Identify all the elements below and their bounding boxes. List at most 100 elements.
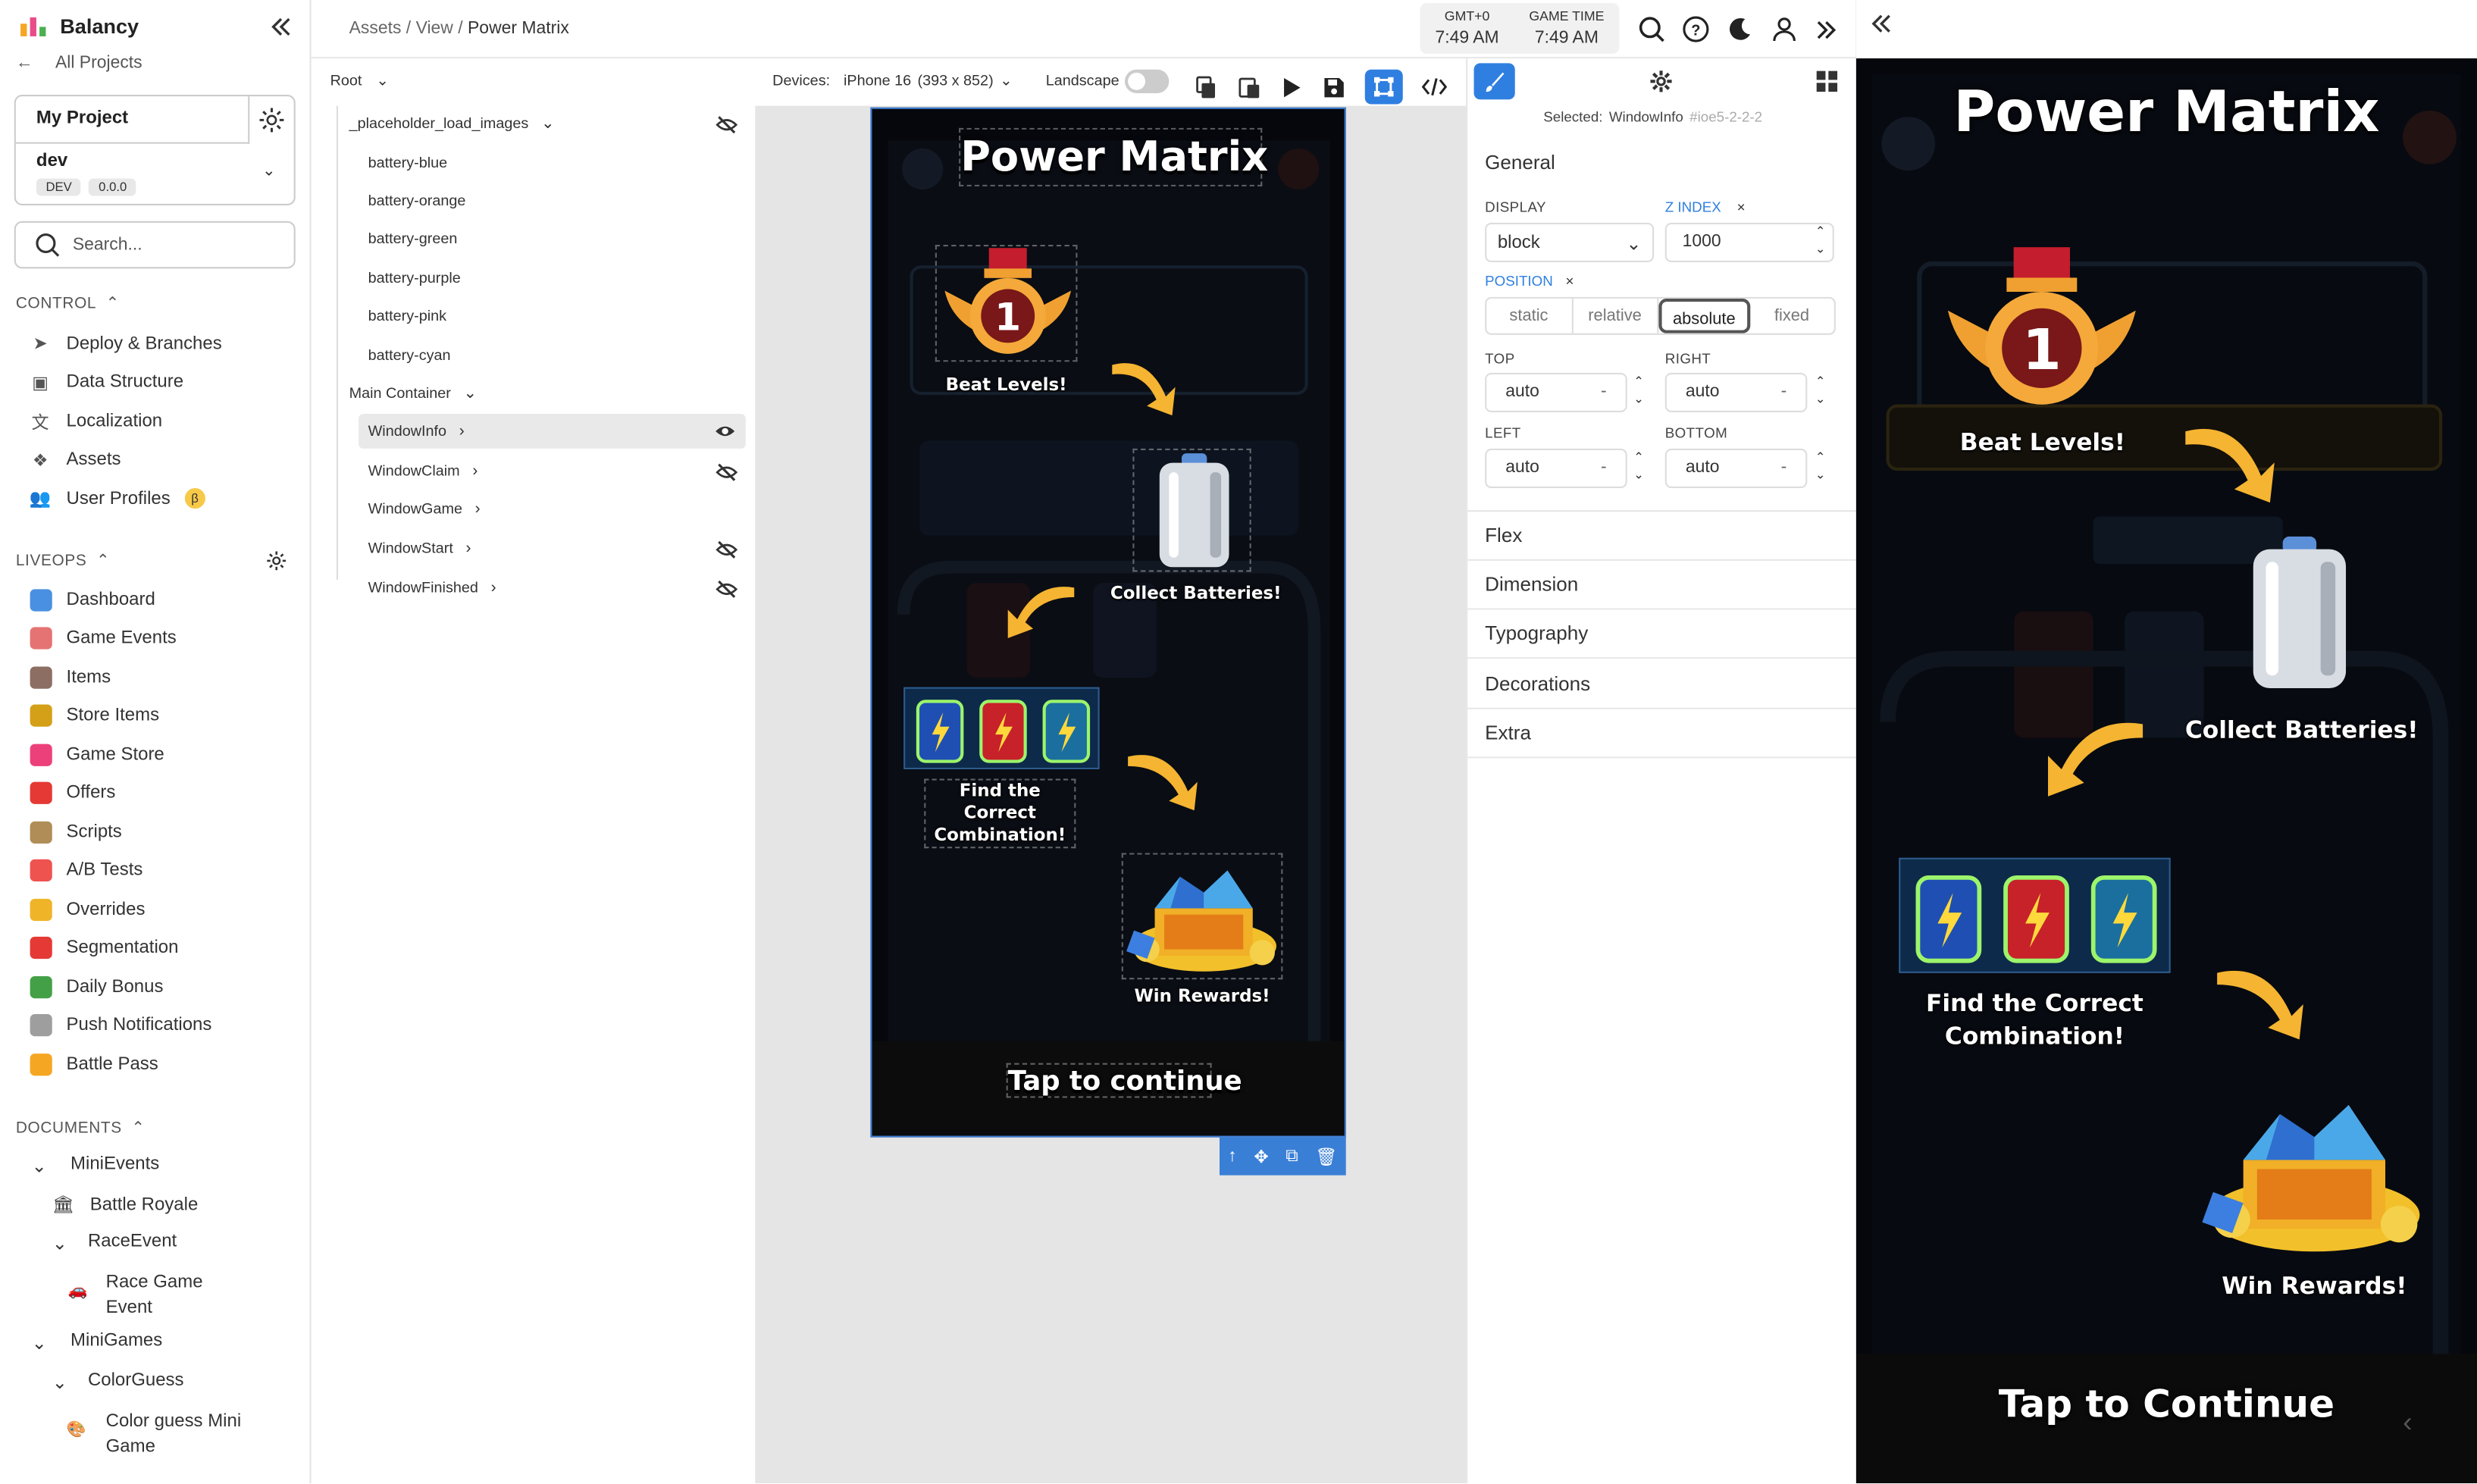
eye-off-icon[interactable] [716, 115, 738, 134]
section-flex[interactable]: Flex [1467, 512, 1859, 561]
editor-phone-frame[interactable]: Power Matrix 1 Beat Levels! Collect Batt… [870, 107, 1346, 1138]
code-icon[interactable] [1421, 76, 1448, 98]
top-input[interactable]: auto - [1485, 372, 1627, 412]
position-option-relative[interactable]: relative [1573, 298, 1659, 333]
doc-color-guess-mini-game[interactable]: Color guess Mini Game [106, 1409, 242, 1460]
sidebar-item-items[interactable]: Items [29, 665, 111, 688]
eye-off-icon[interactable] [716, 580, 738, 599]
section-dimension[interactable]: Dimension [1467, 561, 1859, 610]
play-icon[interactable] [1279, 75, 1303, 99]
tree-node-windowgame[interactable]: WindowGame › [312, 491, 756, 526]
sidebar-item-battle-pass[interactable]: Battle Pass [29, 1052, 158, 1075]
tree-node-windowclaim[interactable]: WindowClaim › [312, 453, 756, 488]
delete-trash-icon[interactable]: 🗑 [1315, 1146, 1337, 1166]
sidebar-item-a-b-tests[interactable]: A/B Tests [29, 859, 143, 882]
doc-race-game-event[interactable]: Race Game Event [106, 1270, 203, 1321]
doc-folder-raceevent[interactable]: ⌄ RaceEvent [52, 1232, 177, 1254]
sidebar-item-store-items[interactable]: Store Items [29, 704, 160, 728]
left-input[interactable]: auto - [1485, 448, 1627, 489]
clear-position-icon[interactable]: × [1565, 274, 1574, 290]
brand[interactable]: Balancy [19, 13, 139, 38]
bottom-input[interactable]: auto - [1664, 448, 1808, 489]
breadcrumb-assets[interactable]: Assets [349, 19, 402, 38]
right-stepper[interactable]: ⌃ ⌄ [1815, 373, 1826, 408]
tree-node-main-container[interactable]: Main Container ⌄ [312, 376, 756, 411]
breadcrumb-view[interactable]: View [416, 19, 453, 38]
doc-folder-colorguess[interactable]: ⌄ ColorGuess [52, 1371, 184, 1393]
section-typography[interactable]: Typography [1467, 610, 1859, 659]
documents-section-header[interactable]: DOCUMENTS ⌃ [16, 1120, 146, 1138]
zindex-stepper[interactable]: ⌃ ⌄ [1815, 223, 1826, 258]
collapse-preview-icon[interactable] [1871, 13, 1893, 35]
position-option-absolute[interactable]: absolute [1658, 298, 1750, 333]
device-selector[interactable]: iPhone 16 (393 x 852) ⌄ [844, 73, 1013, 90]
project-settings-gear-icon[interactable] [258, 106, 287, 135]
display-select[interactable]: block ⌄ [1485, 222, 1655, 262]
styles-tab-brush[interactable] [1473, 63, 1515, 100]
position-option-fixed[interactable]: fixed [1749, 299, 1834, 333]
sidebar-item-push-notifications[interactable]: Push Notifications [29, 1013, 212, 1037]
bounds-mode-button[interactable] [1364, 69, 1403, 105]
general-section-header[interactable]: General [1485, 152, 1555, 174]
settings-tab-gear-icon[interactable] [1649, 70, 1673, 93]
preview-back-chevron-icon[interactable]: ‹ [2403, 1406, 2413, 1439]
tree-node-battery-green[interactable]: battery-green [312, 221, 756, 256]
tree-node-battery-orange[interactable]: battery-orange [312, 183, 756, 218]
sidebar-item-game-store[interactable]: Game Store [29, 743, 164, 766]
doc-folder-minigames[interactable]: ⌄ MiniGames [32, 1332, 163, 1354]
eye-icon[interactable] [714, 424, 736, 440]
doc-folder-minievents[interactable]: ⌄ MiniEvents [32, 1155, 160, 1177]
liveops-settings-gear-icon[interactable] [265, 549, 287, 571]
doc-battle-royale[interactable]: 🏛 Battle Royale [52, 1194, 199, 1215]
move-icon[interactable]: ✥ [1254, 1146, 1268, 1166]
sidebar-item-offers[interactable]: Offers [29, 781, 116, 805]
bottom-stepper[interactable]: ⌃ ⌄ [1815, 449, 1826, 484]
tree-root-selector[interactable]: Root ⌄ [330, 73, 389, 90]
sidebar-item-scripts[interactable]: Scripts [29, 820, 122, 844]
tree-node-battery-blue[interactable]: battery-blue [312, 146, 756, 180]
position-option-static[interactable]: static [1486, 298, 1573, 333]
sidebar-item-daily-bonus[interactable]: Daily Bonus [29, 975, 164, 998]
save-icon[interactable] [1322, 75, 1345, 99]
tree-node-windowstart[interactable]: WindowStart › [312, 531, 756, 565]
landscape-toggle[interactable] [1124, 69, 1170, 93]
eye-off-icon[interactable] [716, 463, 738, 482]
left-stepper[interactable]: ⌃ ⌄ [1633, 449, 1644, 484]
top-stepper[interactable]: ⌃ ⌄ [1633, 373, 1644, 408]
tree-node-battery-purple[interactable]: battery-purple [312, 261, 756, 296]
right-input[interactable]: auto - [1664, 372, 1808, 412]
layout-grid-icon[interactable] [1815, 70, 1839, 93]
help-icon[interactable]: ? [1683, 16, 1709, 42]
sidebar-item-data-structure[interactable]: ▣ Data Structure [29, 371, 184, 394]
search-icon[interactable] [1638, 16, 1664, 42]
paste-icon[interactable] [1237, 75, 1260, 99]
copy-icon[interactable] [1195, 75, 1218, 99]
all-projects-link[interactable]: ← All Projects [16, 54, 142, 73]
eye-off-icon[interactable] [716, 540, 738, 559]
sidebar-item-overrides[interactable]: Overrides [29, 897, 146, 921]
sidebar-item-localization[interactable]: 文 Localization [29, 409, 163, 433]
tap-to-continue-label[interactable]: Tap to continue [1006, 1063, 1242, 1098]
search-input[interactable]: Search... [14, 221, 296, 269]
select-parent-arrow-up-icon[interactable]: ↑ [1228, 1147, 1236, 1166]
tree-node-windowinfo[interactable]: WindowInfo › [359, 414, 746, 449]
sidebar-item-segmentation[interactable]: Segmentation [29, 936, 179, 960]
sidebar-item-deploy-branches[interactable]: ➤ Deploy & Branches [29, 332, 222, 355]
tree-node-placeholder-load-images[interactable]: _placeholder_load_images ⌄ [312, 106, 756, 141]
sidebar-item-assets[interactable]: ❖ Assets [29, 448, 121, 471]
zindex-input[interactable]: 1000 [1664, 222, 1834, 262]
duplicate-icon[interactable]: ⧉ [1285, 1146, 1298, 1166]
tree-node-battery-cyan[interactable]: battery-cyan [312, 338, 756, 373]
expand-panel-icon[interactable] [1815, 18, 1837, 40]
section-decorations[interactable]: Decorations [1467, 659, 1859, 709]
sidebar-item-user-profiles[interactable]: 👥 User Profiles β [29, 487, 205, 510]
environment-name[interactable]: dev [36, 152, 67, 171]
user-profile-icon[interactable] [1771, 16, 1797, 42]
chevron-down-icon[interactable]: ⌄ [262, 163, 275, 180]
liveops-section-header[interactable]: LIVEOPS ⌃ [16, 553, 110, 570]
dark-mode-moon-icon[interactable] [1727, 16, 1753, 42]
preview-tap-to-continue-label[interactable]: Tap to Continue [1856, 1382, 2477, 1426]
clear-zindex-icon[interactable]: × [1737, 199, 1746, 215]
collapse-sidebar-icon[interactable] [270, 16, 292, 38]
section-extra[interactable]: Extra [1467, 709, 1859, 758]
